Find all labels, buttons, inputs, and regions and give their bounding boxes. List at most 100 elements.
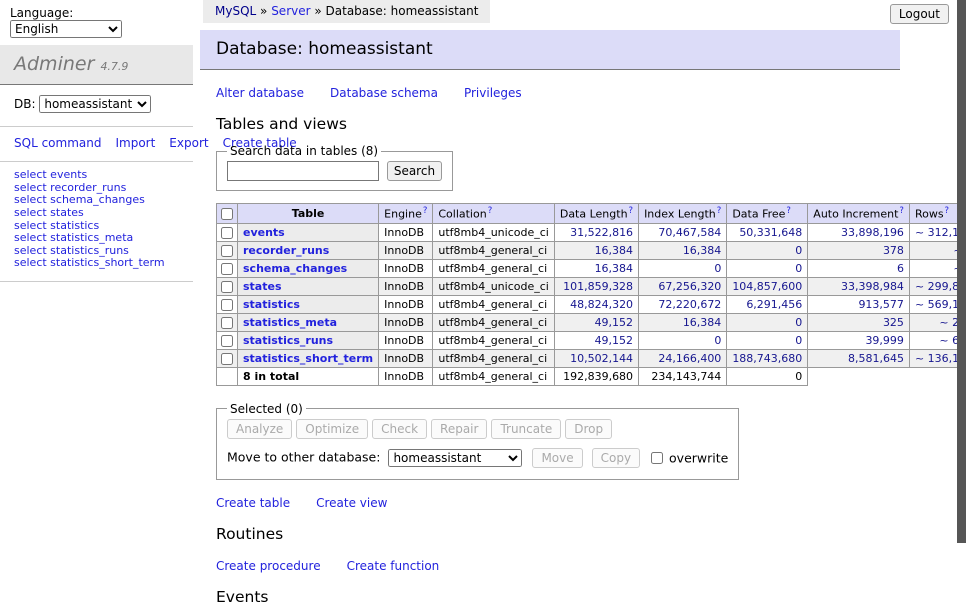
engine-cell: InnoDB [379, 277, 433, 295]
breadcrumb-item[interactable]: Server [271, 4, 310, 18]
data-length-cell: 101,859,328 [554, 277, 638, 295]
search-button[interactable]: Search [387, 161, 442, 181]
table-row: statistics_metaInnoDButf8mb4_general_ci4… [217, 313, 966, 331]
table-name-link[interactable]: statistics [243, 298, 300, 311]
total-data-free-cell: 0 [727, 367, 808, 385]
create-link[interactable]: Create view [316, 496, 387, 510]
column-label: Collation [438, 208, 486, 221]
data-length-cell: 49,152 [554, 313, 638, 331]
sidebar-link[interactable]: Import [115, 136, 155, 150]
collation-cell: utf8mb4_unicode_ci [433, 277, 554, 295]
data-free-cell: 50,331,648 [727, 223, 808, 241]
row-checkbox[interactable] [221, 281, 233, 293]
create-link[interactable]: Create table [216, 496, 290, 510]
sidebar-table-link[interactable]: select recorder_runs [14, 181, 126, 194]
check-button[interactable]: Check [372, 419, 427, 439]
table-name-link[interactable]: statistics_short_term [243, 352, 373, 365]
row-checkbox[interactable] [221, 263, 233, 275]
row-checkbox[interactable] [221, 299, 233, 311]
data-free-cell: 6,291,456 [727, 295, 808, 313]
copy-button[interactable]: Copy [592, 448, 640, 468]
data-length-cell: 48,824,320 [554, 295, 638, 313]
sidebar-table-link[interactable]: select statistics_runs [14, 244, 129, 257]
page-scrollbar[interactable] [957, 0, 966, 543]
database-action-link[interactable]: Privileges [464, 86, 522, 100]
table-name-link[interactable]: events [243, 226, 285, 239]
language-select[interactable]: English [10, 20, 122, 38]
help-link[interactable]: ? [945, 206, 950, 216]
logout-button[interactable]: Logout [890, 4, 949, 24]
db-select[interactable]: homeassistant [39, 95, 151, 113]
truncate-button[interactable]: Truncate [491, 419, 561, 439]
total-engine-cell: InnoDB [379, 367, 433, 385]
table-name-link[interactable]: states [243, 280, 282, 293]
column-header-data-free: Data Free? [727, 204, 808, 224]
database-action-link[interactable]: Alter database [216, 86, 304, 100]
sidebar-link[interactable]: SQL command [14, 136, 101, 150]
table-name-cell: statistics [238, 295, 379, 313]
table-name-link[interactable]: statistics_meta [243, 316, 337, 329]
sidebar-table-link[interactable]: select schema_changes [14, 193, 145, 206]
column-header-engine: Engine? [379, 204, 433, 224]
sidebar-table-link[interactable]: select states [14, 206, 84, 219]
tables-footer-row: 8 in totalInnoDButf8mb4_general_ci192,83… [217, 367, 966, 385]
help-link[interactable]: ? [717, 206, 722, 216]
collation-cell: utf8mb4_general_ci [433, 313, 554, 331]
help-link[interactable]: ? [786, 206, 791, 216]
table-name-link[interactable]: recorder_runs [243, 244, 329, 257]
routines-heading: Routines [216, 525, 900, 543]
row-select-cell [217, 223, 238, 241]
sidebar-table-link[interactable]: select statistics [14, 219, 99, 232]
create-links: Create table Create view [216, 496, 900, 510]
help-link[interactable]: ? [423, 206, 428, 216]
row-select-cell [217, 277, 238, 295]
routine-link[interactable]: Create procedure [216, 559, 321, 573]
help-link[interactable]: ? [488, 206, 493, 216]
row-checkbox[interactable] [221, 317, 233, 329]
repair-button[interactable]: Repair [431, 419, 487, 439]
move-button[interactable]: Move [532, 448, 582, 468]
selected-legend: Selected (0) [227, 402, 306, 416]
help-link[interactable]: ? [899, 206, 904, 216]
search-input[interactable] [227, 161, 379, 181]
column-label: Table [292, 207, 325, 220]
breadcrumb-item[interactable]: MySQL [215, 4, 256, 18]
data-free-cell: 0 [727, 331, 808, 349]
select-all-checkbox[interactable] [221, 208, 233, 220]
overwrite-checkbox[interactable] [651, 452, 663, 464]
analyze-button[interactable]: Analyze [227, 419, 292, 439]
index-length-cell: 72,220,672 [639, 295, 727, 313]
routine-link[interactable]: Create function [347, 559, 440, 573]
data-free-cell: 0 [727, 259, 808, 277]
optimize-button[interactable]: Optimize [296, 419, 368, 439]
table-name-link[interactable]: schema_changes [243, 262, 347, 275]
sidebar-table-link[interactable]: select events [14, 168, 87, 181]
column-label: Index Length [644, 208, 716, 221]
table-name-cell: statistics_meta [238, 313, 379, 331]
row-select-cell [217, 313, 238, 331]
move-row: Move to other database: homeassistant Mo… [227, 448, 728, 468]
table-row: eventsInnoDButf8mb4_unicode_ci31,522,816… [217, 223, 966, 241]
tables-body: eventsInnoDButf8mb4_unicode_ci31,522,816… [217, 223, 966, 367]
total-collation-cell: utf8mb4_general_ci [433, 367, 554, 385]
column-label: Rows [915, 208, 944, 221]
language-form: Language: English [0, 0, 193, 45]
table-row: states InnoDButf8mb4_unicode_ci101,859,32… [217, 277, 966, 295]
index-length-cell: 70,467,584 [639, 223, 727, 241]
total-index-length-cell: 234,143,744 [639, 367, 727, 385]
sidebar-table-link[interactable]: select statistics_meta [14, 231, 133, 244]
auto-increment-cell: 325 [808, 313, 910, 331]
app-version: 4.7.9 [100, 60, 128, 73]
sidebar-table-link[interactable]: select statistics_short_term [14, 256, 165, 269]
row-checkbox[interactable] [221, 245, 233, 257]
table-name-link[interactable]: statistics_runs [243, 334, 333, 347]
drop-button[interactable]: Drop [565, 419, 612, 439]
move-database-select[interactable]: homeassistant [388, 449, 522, 467]
row-checkbox[interactable] [221, 335, 233, 347]
row-checkbox[interactable] [221, 227, 233, 239]
row-checkbox[interactable] [221, 353, 233, 365]
table-name-cell: statistics_runs [238, 331, 379, 349]
table-row: statistics_short_termInnoDButf8mb4_gener… [217, 349, 966, 367]
help-link[interactable]: ? [629, 206, 634, 216]
database-action-link[interactable]: Database schema [330, 86, 438, 100]
